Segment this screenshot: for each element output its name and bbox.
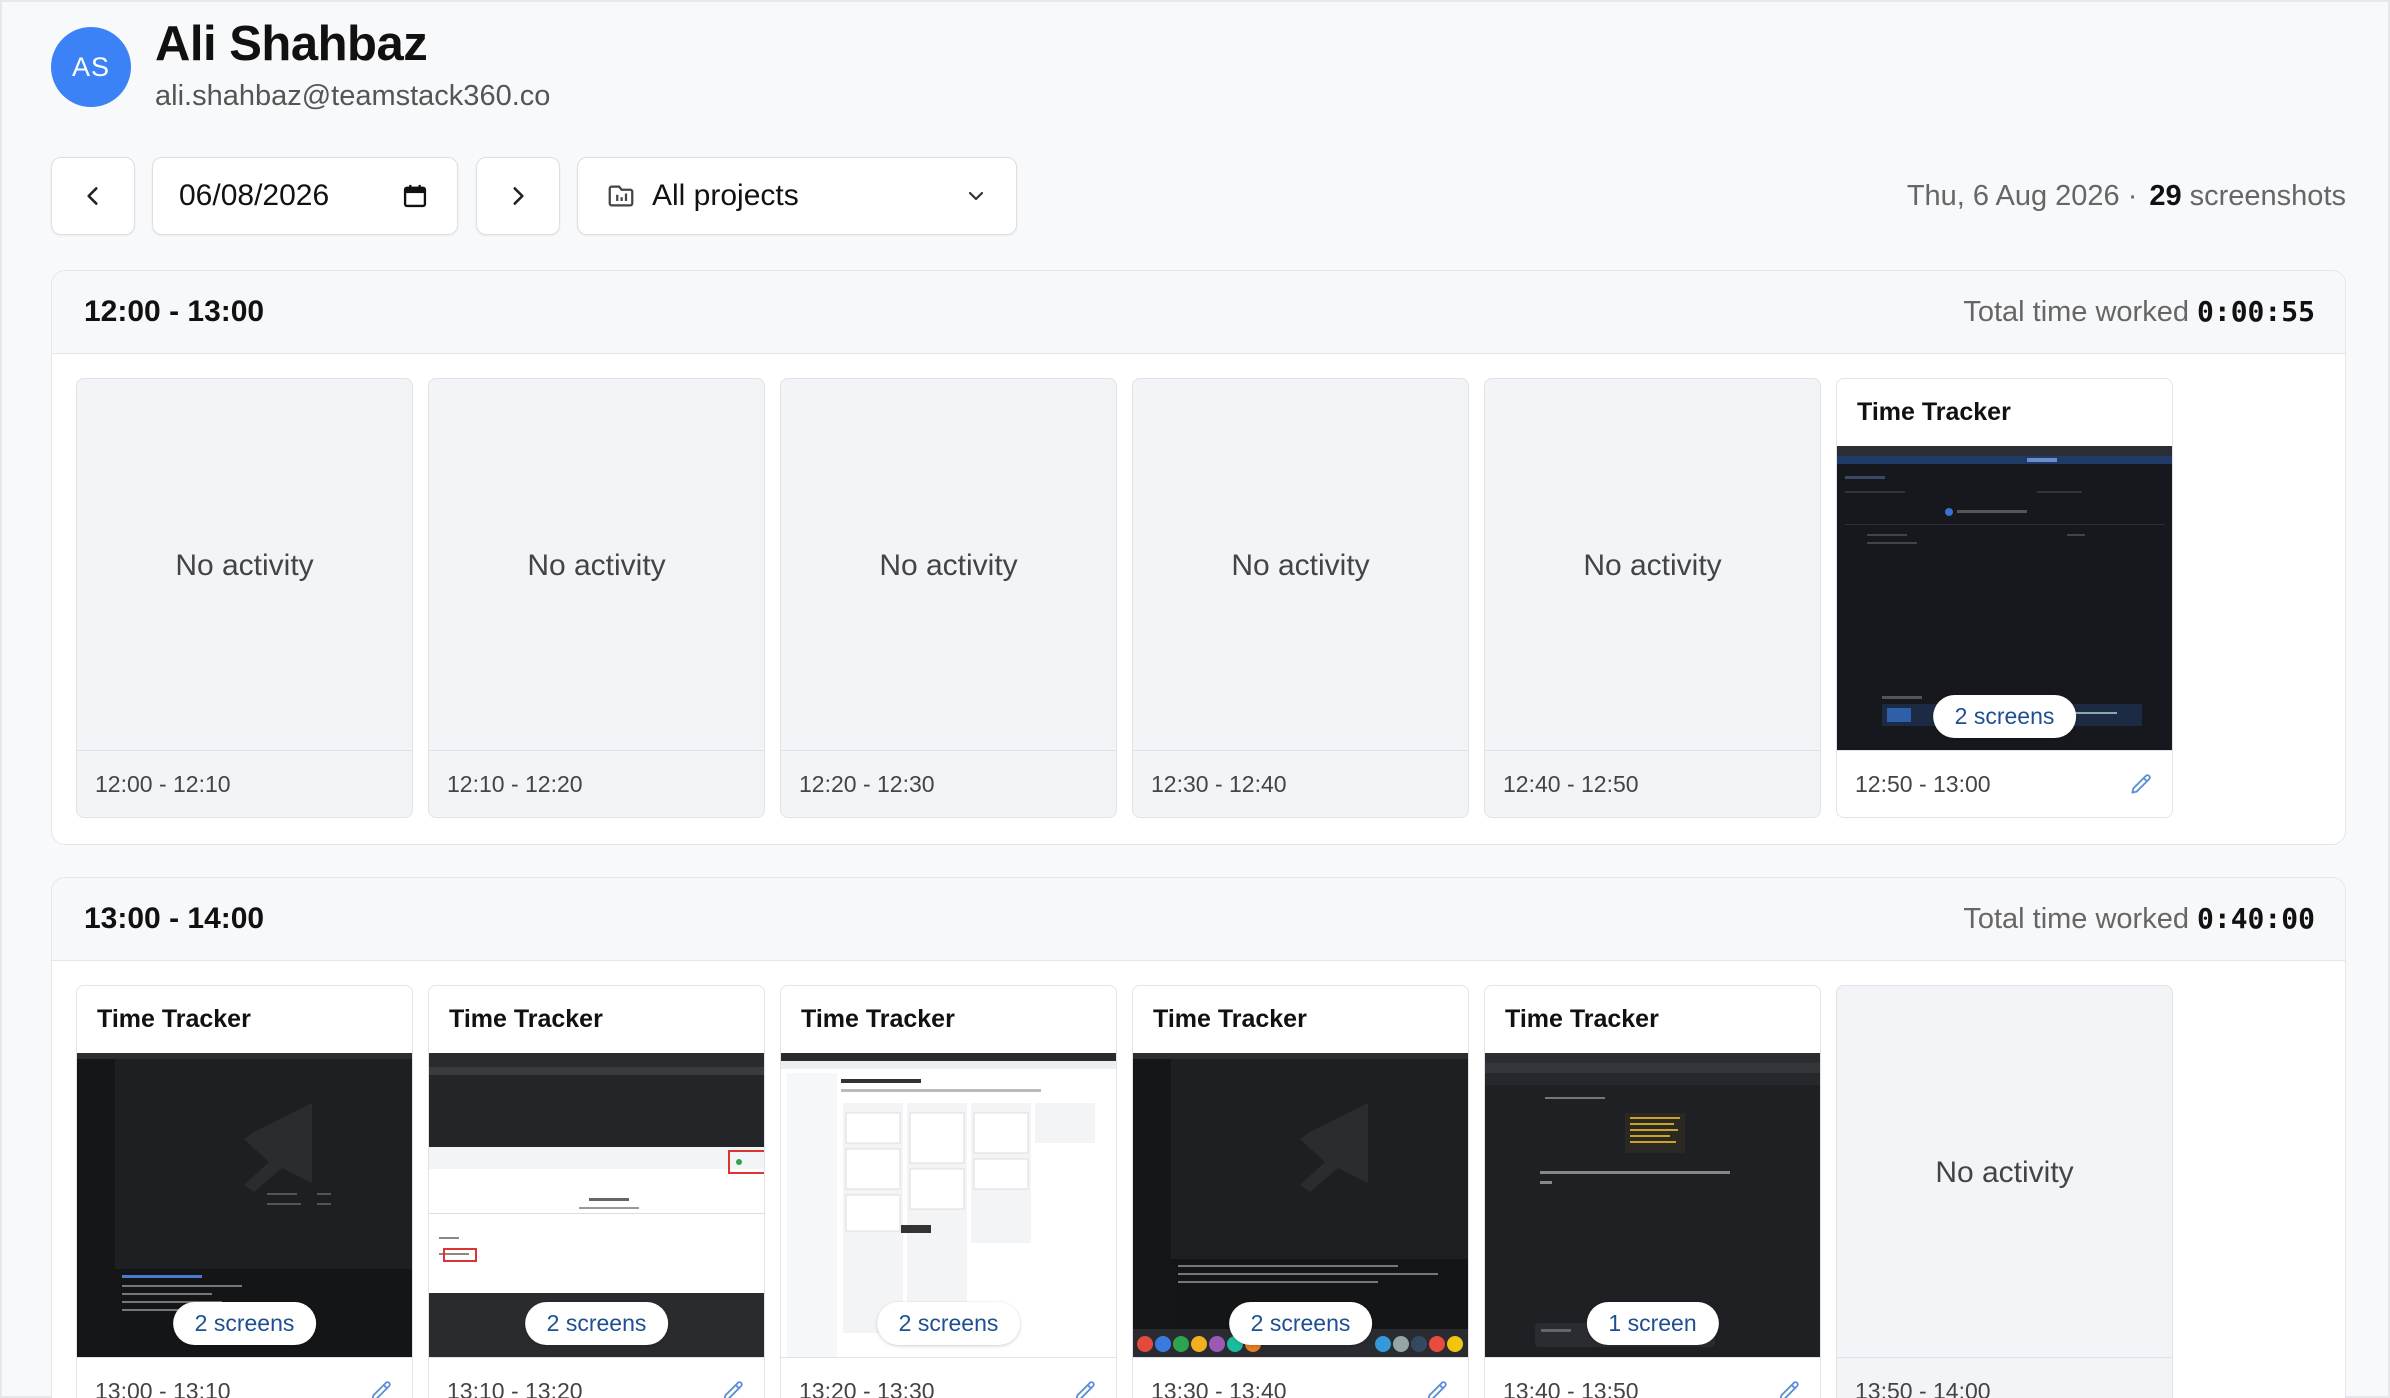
time-range: 12:30 - 12:40 <box>1151 770 1287 797</box>
no-activity-label: No activity <box>1935 1155 2074 1189</box>
empty-interval-card: No activity 12:20 - 12:30 <box>780 378 1117 818</box>
card-footer: 13:10 - 13:20 <box>429 1357 764 1398</box>
total-time-label: Total time worked <box>1963 296 2189 328</box>
no-activity-label: No activity <box>175 548 314 582</box>
time-range: 12:00 - 12:10 <box>95 770 231 797</box>
empty-interval-card: No activity 12:00 - 12:10 <box>76 378 413 818</box>
card-footer: 12:50 - 13:00 <box>1837 750 2172 817</box>
calendar-icon[interactable] <box>401 182 429 210</box>
card-footer: 13:50 - 14:00 <box>1837 1357 2172 1398</box>
time-range: 13:30 - 13:40 <box>1151 1377 1287 1398</box>
day-summary: Thu, 6 Aug 2026 · 29 screenshots <box>1907 157 2346 235</box>
project-name: Time Tracker <box>77 986 412 1053</box>
time-range: 12:40 - 12:50 <box>1503 770 1639 797</box>
screens-count-badge[interactable]: 2 screens <box>524 1302 669 1345</box>
screenshot-thumbnail[interactable]: 2 screens <box>1837 446 2172 752</box>
toolbar: 06/08/2026 All projects Thu, 6 Aug 2026 … <box>51 157 2346 237</box>
project-name: Time Tracker <box>781 986 1116 1053</box>
user-identity: Ali Shahbaz ali.shahbaz@teamstack360.co <box>155 17 551 113</box>
total-time-worked: Total time worked 0:40:00 <box>1963 902 2315 936</box>
hour-section: 13:00 - 14:00 Total time worked 0:40:00 T… <box>51 877 2346 1398</box>
empty-interval-card: No activity 12:30 - 12:40 <box>1132 378 1469 818</box>
project-select-value: All projects <box>652 179 799 212</box>
time-range: 12:20 - 12:30 <box>799 770 935 797</box>
screenshot-thumbnail[interactable]: 2 screens <box>781 1053 1116 1359</box>
date-input[interactable]: 06/08/2026 <box>152 157 458 235</box>
screens-count-badge[interactable]: 2 screens <box>1228 1302 1373 1345</box>
screenshot-card[interactable]: Time Tracker 2 screens 13:00 - 13:10 <box>76 985 413 1398</box>
time-range: 12:50 - 13:00 <box>1855 770 1991 797</box>
user-name: Ali Shahbaz <box>155 17 428 71</box>
screenshot-card[interactable]: Time Tracker 2 screens 13:10 - 13:20 <box>428 985 765 1398</box>
time-range: 13:00 - 13:10 <box>95 1377 231 1398</box>
card-footer: 12:30 - 12:40 <box>1133 750 1468 817</box>
time-range: 13:10 - 13:20 <box>447 1377 583 1398</box>
project-select[interactable]: All projects <box>577 157 1017 235</box>
hour-section-header: 13:00 - 14:00 Total time worked 0:40:00 <box>52 878 2345 961</box>
project-name: Time Tracker <box>429 986 764 1053</box>
screenshot-thumbnail[interactable]: 2 screens <box>1133 1053 1468 1359</box>
chevron-left-icon <box>87 187 98 205</box>
card-footer: 12:40 - 12:50 <box>1485 750 1820 817</box>
screens-count-badge[interactable]: 2 screens <box>172 1302 317 1345</box>
edit-pencil-icon[interactable] <box>1776 1378 1802 1398</box>
card-footer: 13:40 - 13:50 <box>1485 1357 1820 1398</box>
project-name: Time Tracker <box>1133 986 1468 1053</box>
total-time-label: Total time worked <box>1963 903 2189 935</box>
chevron-right-icon <box>513 187 524 205</box>
project-name: Time Tracker <box>1485 986 1820 1053</box>
no-activity-label: No activity <box>1583 548 1722 582</box>
card-footer: 13:20 - 13:30 <box>781 1357 1116 1398</box>
hour-section-header: 12:00 - 13:00 Total time worked 0:00:55 <box>52 271 2345 354</box>
card-footer: 12:20 - 12:30 <box>781 750 1116 817</box>
no-activity-label: No activity <box>527 548 666 582</box>
empty-interval-card: No activity 12:10 - 12:20 <box>428 378 765 818</box>
screenshot-count: 29 <box>2149 179 2182 212</box>
screens-count-badge[interactable]: 1 screen <box>1586 1302 1719 1345</box>
hour-range-title: 13:00 - 14:00 <box>84 902 265 935</box>
card-footer: 13:00 - 13:10 <box>77 1357 412 1398</box>
no-activity-label: No activity <box>879 548 1018 582</box>
project-name: Time Tracker <box>1837 379 2172 446</box>
user-email: ali.shahbaz@teamstack360.co <box>155 79 551 112</box>
empty-interval-card: No activity 13:50 - 14:00 <box>1836 985 2173 1398</box>
hour-range-title: 12:00 - 13:00 <box>84 295 265 328</box>
screens-count-badge[interactable]: 2 screens <box>876 1302 1021 1345</box>
no-activity-label: No activity <box>1231 548 1370 582</box>
screenshot-thumbnail[interactable]: 1 screen <box>1485 1053 1820 1359</box>
time-range: 13:50 - 14:00 <box>1855 1377 1991 1398</box>
screenshot-thumbnail[interactable]: 2 screens <box>77 1053 412 1359</box>
total-time-value: 0:40:00 <box>2196 902 2315 935</box>
edit-pencil-icon[interactable] <box>1072 1378 1098 1398</box>
time-range: 13:40 - 13:50 <box>1503 1377 1639 1398</box>
edit-pencil-icon[interactable] <box>720 1378 746 1398</box>
screenshot-card[interactable]: Time Tracker 2 screens 12:50 - 13:00 <box>1836 378 2173 818</box>
user-header: AS Ali Shahbaz ali.shahbaz@teamstack360.… <box>51 17 550 113</box>
hour-section: 12:00 - 13:00 Total time worked 0:00:55 N… <box>51 270 2346 845</box>
screenshot-card[interactable]: Time Tracker 2 screens 13:20 - 13:30 <box>780 985 1117 1398</box>
total-time-value: 0:00:55 <box>2196 295 2315 328</box>
time-range: 12:10 - 12:20 <box>447 770 583 797</box>
avatar: AS <box>51 27 131 108</box>
chevron-down-icon <box>968 191 984 201</box>
summary-suffix: screenshots <box>2189 179 2346 212</box>
screenshot-card[interactable]: Time Tracker 1 screen 13:40 - 13:50 <box>1484 985 1821 1398</box>
card-footer: 12:10 - 12:20 <box>429 750 764 817</box>
summary-date: Thu, 6 Aug 2026 · <box>1906 179 2138 212</box>
previous-day-button[interactable] <box>51 157 135 235</box>
card-footer: 13:30 - 13:40 <box>1133 1357 1468 1398</box>
folder-chart-icon <box>608 185 634 207</box>
card-footer: 12:00 - 12:10 <box>77 750 412 817</box>
edit-pencil-icon[interactable] <box>1424 1378 1450 1398</box>
total-time-worked: Total time worked 0:00:55 <box>1963 295 2315 329</box>
next-day-button[interactable] <box>476 157 560 235</box>
edit-pencil-icon[interactable] <box>2128 771 2154 797</box>
time-range: 13:20 - 13:30 <box>799 1377 935 1398</box>
date-value: 06/08/2026 <box>179 179 330 212</box>
screens-count-badge[interactable]: 2 screens <box>1932 695 2077 738</box>
empty-interval-card: No activity 12:40 - 12:50 <box>1484 378 1821 818</box>
screenshot-thumbnail[interactable]: 2 screens <box>429 1053 764 1359</box>
screenshot-card[interactable]: Time Tracker 2 screens 13:30 - 13:40 <box>1132 985 1469 1398</box>
edit-pencil-icon[interactable] <box>368 1378 394 1398</box>
